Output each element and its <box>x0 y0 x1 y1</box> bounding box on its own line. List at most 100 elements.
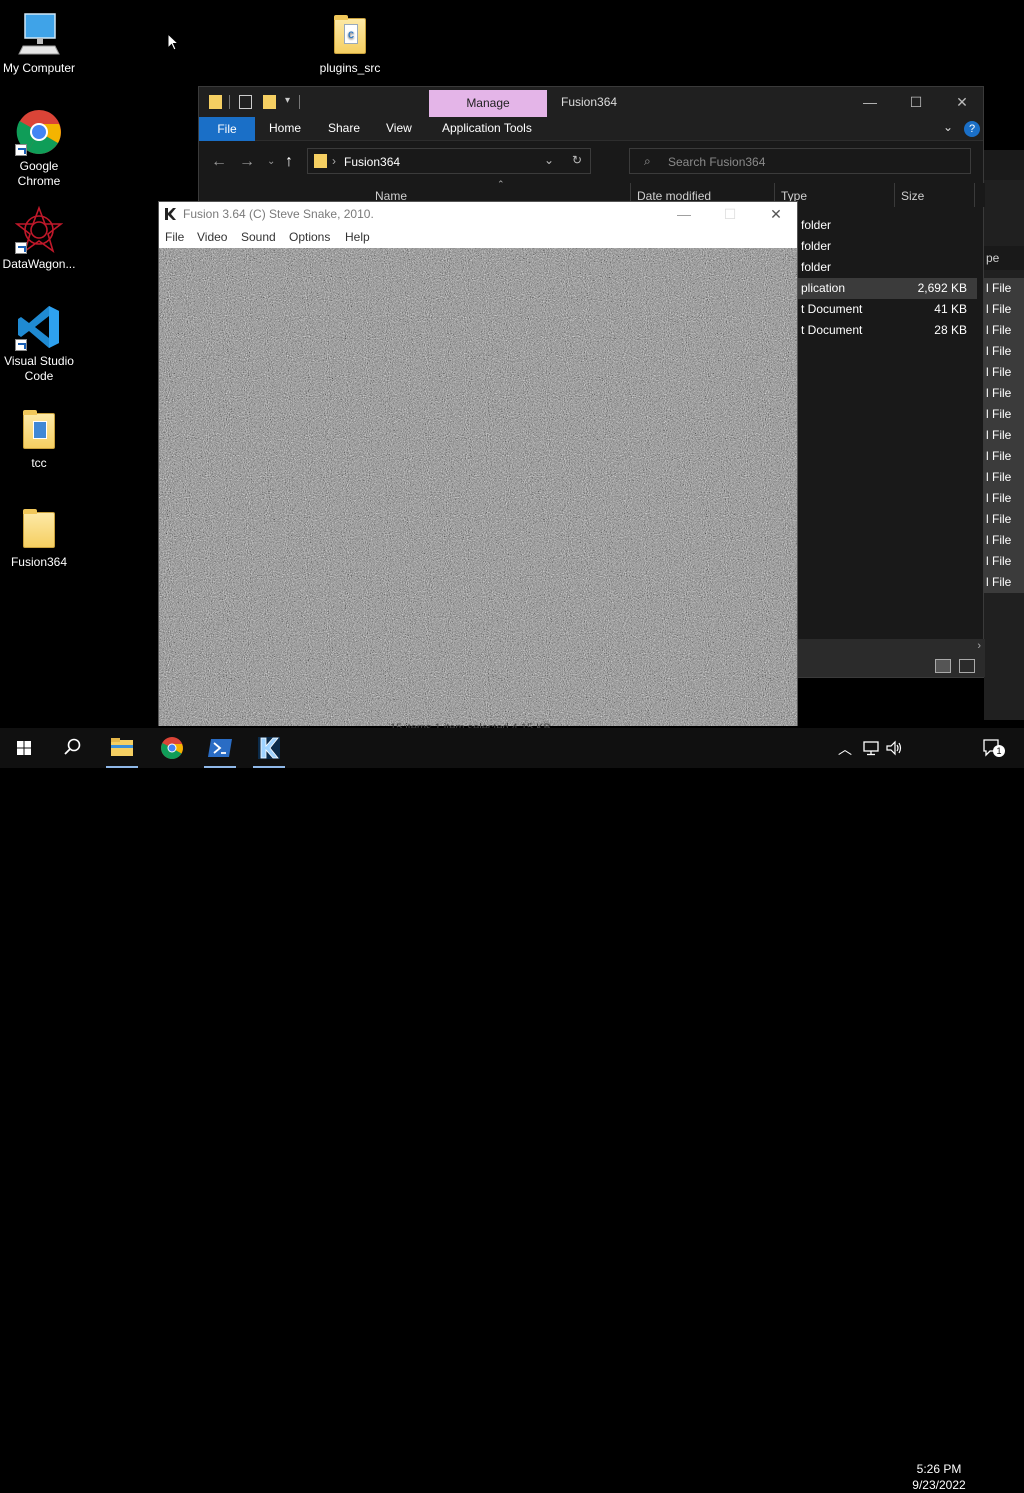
show-hidden-icons-chevron-icon[interactable]: ︿ <box>838 739 852 759</box>
file-row[interactable]: folder <box>797 257 977 278</box>
search-icon <box>64 738 81 755</box>
list-item[interactable]: l File <box>984 320 1024 341</box>
help-icon[interactable]: ? <box>964 121 980 137</box>
close-button[interactable]: ✕ <box>939 87 985 117</box>
search-input[interactable]: ⌕ Search Fusion364 <box>629 148 971 174</box>
forward-arrow-icon[interactable]: → <box>239 153 255 171</box>
column-header-size[interactable]: Size <box>901 189 924 203</box>
fusion-menubar: File Video Sound Options Help <box>159 226 797 248</box>
search-button[interactable] <box>48 728 96 768</box>
powershell-icon <box>208 739 232 757</box>
list-item[interactable]: l File <box>984 404 1024 425</box>
list-item[interactable]: l File <box>984 551 1024 572</box>
desktop-icon-label: My Computer <box>2 61 76 75</box>
computer-icon <box>15 10 63 58</box>
shortcut-arrow-icon <box>15 144 27 156</box>
list-item[interactable]: l File <box>984 278 1024 299</box>
fusion-titlebar[interactable]: Fusion 3.64 (C) Steve Snake, 2010. — ☐ ✕ <box>159 202 797 226</box>
taskbar-fusion[interactable] <box>245 728 293 768</box>
file-type: t Document <box>801 302 863 316</box>
taskbar-file-explorer[interactable] <box>98 728 146 768</box>
large-icons-view-icon[interactable] <box>959 659 975 673</box>
menu-sound[interactable]: Sound <box>241 230 276 244</box>
window-title: Fusion 3.64 (C) Steve Snake, 2010. <box>183 207 374 221</box>
desktop-icon-fusion364[interactable]: Fusion364 <box>0 504 78 570</box>
tab-manage[interactable]: Manage <box>429 90 547 117</box>
desktop-icon-datawagon[interactable]: DataWagon... <box>0 205 78 272</box>
list-item[interactable]: l File <box>984 572 1024 593</box>
list-item[interactable]: l File <box>984 488 1024 509</box>
action-center-button[interactable]: 1 <box>982 738 1005 758</box>
folder-icon <box>15 504 63 552</box>
explorer-titlebar[interactable]: ▾ Manage Fusion364 — ☐ ✕ <box>199 87 983 117</box>
tab-file[interactable]: File <box>199 117 255 141</box>
horizontal-scrollbar[interactable]: › <box>797 639 985 655</box>
list-item[interactable]: l File <box>984 362 1024 383</box>
desktop-icon-label: plugins_src <box>319 61 381 75</box>
recent-locations-icon[interactable]: ⌄ <box>267 156 275 167</box>
taskbar-clock[interactable]: 5:26 PM 9/23/2022 <box>908 1461 970 1493</box>
list-item[interactable]: l File <box>984 383 1024 404</box>
file-row[interactable]: folder <box>797 236 977 257</box>
list-item[interactable]: l File <box>984 425 1024 446</box>
back-arrow-icon[interactable]: ← <box>211 153 227 171</box>
emulator-static-screen[interactable] <box>159 248 797 726</box>
desktop-icon-tcc[interactable]: tcc <box>0 405 78 471</box>
minimize-button[interactable]: — <box>847 87 893 117</box>
clock-time: 5:26 PM <box>916 1462 962 1476</box>
file-type: folder <box>801 260 832 274</box>
file-explorer-icon <box>111 738 133 756</box>
file-row[interactable]: t Document 28 KB <box>797 320 977 341</box>
close-button[interactable]: ✕ <box>753 202 799 226</box>
list-item[interactable]: l File <box>984 530 1024 551</box>
file-row[interactable]: folder <box>797 215 977 236</box>
expand-ribbon-icon[interactable]: ⌄ <box>943 120 953 134</box>
desktop-icon-my-computer[interactable]: My Computer <box>0 10 78 76</box>
customize-toolbar-icon[interactable]: ▾ <box>285 95 290 106</box>
maximize-button[interactable]: ☐ <box>707 202 753 226</box>
scroll-right-icon[interactable]: › <box>977 640 981 652</box>
new-folder-icon[interactable] <box>263 95 276 109</box>
column-header-type[interactable]: pe <box>984 246 1024 270</box>
notification-badge: 1 <box>993 745 1005 757</box>
details-view-icon[interactable] <box>935 659 951 673</box>
shortcut-arrow-icon <box>15 242 27 254</box>
desktop-icon-label: Visual Studio Code <box>4 354 74 383</box>
refresh-icon[interactable]: ↻ <box>572 153 582 167</box>
tab-share[interactable]: Share <box>328 121 360 135</box>
menu-video[interactable]: Video <box>197 230 227 244</box>
volume-icon[interactable] <box>885 740 903 756</box>
taskbar-powershell[interactable] <box>196 728 244 768</box>
up-arrow-icon[interactable]: ↑ <box>285 153 293 171</box>
list-item[interactable]: l File <box>984 299 1024 320</box>
desktop-icon-plugins-src[interactable]: c plugins_src <box>311 10 389 76</box>
file-row[interactable]: t Document 41 KB <box>797 299 977 320</box>
start-button[interactable] <box>0 728 48 768</box>
menu-options[interactable]: Options <box>289 230 330 244</box>
menu-help[interactable]: Help <box>345 230 370 244</box>
file-row-selected[interactable]: plication 2,692 KB <box>797 278 977 299</box>
sort-arrow-icon: ⌃ <box>497 179 505 189</box>
desktop-icon-vscode[interactable]: Visual Studio Code <box>0 303 78 384</box>
list-item[interactable]: l File <box>984 341 1024 362</box>
desktop-icon-google-chrome[interactable]: Google Chrome <box>0 108 78 189</box>
address-bar[interactable]: › Fusion364 ⌄ ↻ <box>307 148 591 174</box>
tab-home[interactable]: Home <box>269 121 301 135</box>
network-icon[interactable] <box>862 740 880 756</box>
list-item[interactable]: l File <box>984 446 1024 467</box>
tab-view[interactable]: View <box>386 121 412 135</box>
breadcrumb-chevron-icon: › <box>332 154 336 168</box>
folder-icon <box>209 95 222 109</box>
tab-application-tools[interactable]: Application Tools <box>442 121 532 135</box>
menu-file[interactable]: File <box>165 230 184 244</box>
clock-date: 9/23/2022 <box>912 1478 966 1492</box>
properties-icon[interactable] <box>239 95 252 109</box>
list-item[interactable]: l File <box>984 509 1024 530</box>
address-dropdown-icon[interactable]: ⌄ <box>544 153 554 167</box>
minimize-button[interactable]: — <box>661 202 707 226</box>
fusion-app-icon <box>163 207 177 221</box>
breadcrumb[interactable]: Fusion364 <box>344 155 400 169</box>
maximize-button[interactable]: ☐ <box>893 87 939 117</box>
list-item[interactable]: l File <box>984 467 1024 488</box>
taskbar-chrome[interactable] <box>148 728 196 768</box>
